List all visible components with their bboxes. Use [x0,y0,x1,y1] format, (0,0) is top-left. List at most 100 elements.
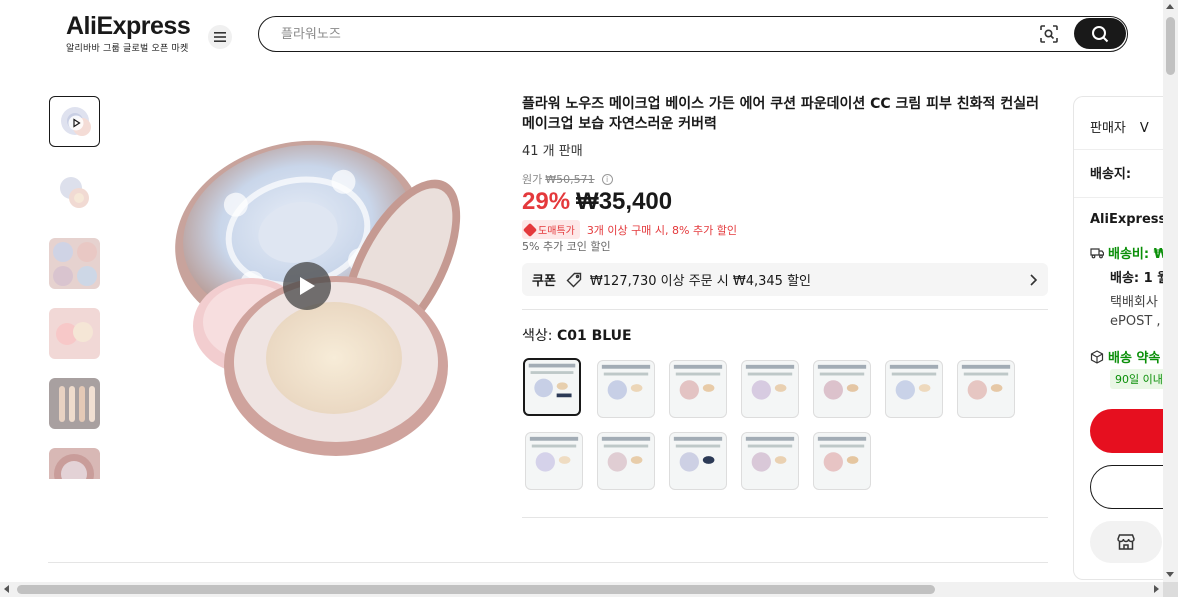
gallery-thumb-3[interactable] [49,238,100,289]
add-to-cart-button[interactable] [1090,465,1173,509]
swatch-image [601,436,651,472]
delivery-promise: 배송 약속 [1108,351,1161,366]
swatch-image [889,364,939,400]
coupon-tag-icon [566,272,582,287]
color-swatch-2[interactable] [597,360,655,418]
bulk-discount-text: 3개 이상 구매 시, 8% 추가 할인 [586,223,737,237]
swatch-image [961,364,1011,400]
swatch-image [601,364,651,400]
scroll-left-arrow-icon[interactable] [4,585,9,593]
seller-row[interactable]: 판매자 V [1090,117,1149,136]
scroll-right-arrow-icon[interactable] [1154,585,1159,593]
search-icon [1092,25,1109,42]
scroll-up-arrow-icon[interactable] [1166,4,1174,9]
delivery-promise-row[interactable]: 배송 약속 [1090,347,1160,366]
price-row: 29% ₩35,400 [522,188,672,216]
product-thumbnail-image [60,177,89,208]
scrollbar-corner [1163,582,1178,597]
image-search-icon [1040,25,1058,43]
play-thumb-icon [68,115,84,131]
seller-label: 판매자 [1090,121,1126,136]
color-swatch-4[interactable] [741,360,799,418]
shipping-fee-row: 배송비: ₩ [1090,243,1168,262]
vertical-scroll-thumb[interactable] [1166,17,1175,75]
scroll-down-arrow-icon[interactable] [1166,572,1174,577]
color-swatch-7[interactable] [957,360,1015,418]
hamburger-menu-icon [214,32,226,42]
store-icon [1117,534,1135,550]
store-name: AliExpressS [1090,212,1173,227]
coin-discount: 5% 추가 코인 할인 [522,240,611,253]
buy-now-button[interactable] [1090,409,1173,453]
swatch-image [745,364,795,400]
color-swatch-5[interactable] [813,360,871,418]
compact-open-thumbnail-image [54,454,94,479]
swatch-image [745,436,795,472]
sold-count: 41 개 판매 [522,144,583,159]
search-bar [258,16,1128,52]
video-play-button[interactable] [283,262,331,310]
logo-wordmark: AliExpress [66,12,191,40]
search-input[interactable] [281,21,1021,47]
box-icon [1090,349,1104,364]
divider [48,562,1048,563]
original-price-row: 원가 ₩50,571 i [522,171,613,187]
swatch-image [529,436,579,472]
bulk-badge: 도매특가 [522,220,580,239]
logo-tagline: 알리바바 그룹 글로벌 오픈 마켓 [66,44,189,54]
color-swatch-6[interactable] [885,360,943,418]
swatch-image [528,363,576,398]
coupon-label: 쿠폰 [532,274,556,289]
image-search-button[interactable] [1039,24,1059,44]
color-value: C01 BLUE [556,328,632,344]
gallery-thumb-video[interactable] [49,96,100,147]
color-label-prefix: 색상: [522,328,553,344]
ship-to-label[interactable]: 배송지: [1090,163,1131,182]
original-price-label: 원가 [522,173,543,186]
color-swatch-12[interactable] [813,432,871,490]
divider [522,309,1048,310]
menu-button[interactable] [208,25,232,49]
color-swatch-9[interactable] [597,432,655,490]
swatch-image [817,364,867,400]
vertical-scrollbar[interactable] [1163,0,1178,582]
courier-label: 택배회사 [1110,295,1158,310]
original-price: ₩50,571 [545,172,595,186]
bulk-badge-label: 도매특가 [538,226,575,237]
purchase-panel: 판매자 V 배송지: AliExpressS 배송비: ₩ 배송: 1 월 택배회… [1073,96,1173,580]
gallery-thumb-4[interactable] [49,308,100,359]
discount-percent: 29% [522,188,571,215]
play-icon [300,277,315,295]
aliexpress-logo[interactable]: AliExpress 알리바바 그룹 글로벌 오픈 마켓 [66,12,191,54]
color-selection-label: 색상: C01 BLUE [522,325,632,345]
coupon-bar[interactable]: 쿠폰 ₩127,730 이상 주문 시 ₩4,345 할인 [522,263,1048,296]
cushion-thumbnail-image [56,322,93,345]
current-price: ₩35,400 [576,188,673,215]
swatch-image [673,364,723,400]
coupon-text: ₩127,730 이상 주문 시 ₩4,345 할인 [589,274,811,289]
horizontal-scrollbar[interactable] [0,582,1163,597]
color-swatch-10[interactable] [669,432,727,490]
gallery-thumb-2[interactable] [49,168,100,219]
info-icon[interactable]: i [601,173,613,185]
color-swatch-3[interactable] [669,360,727,418]
divider [522,517,1048,518]
search-button[interactable] [1074,18,1126,49]
skin-swatch-thumbnail-image [59,386,95,422]
swatch-thumbnail-image [53,242,97,286]
shipping-fee: 배송비: ₩ [1108,247,1168,262]
delivery-date: 배송: 1 월 [1110,271,1170,286]
swatch-image [817,436,867,472]
color-swatch-1[interactable] [523,358,581,416]
gallery-thumb-5[interactable] [49,378,100,429]
store-button[interactable] [1090,521,1162,563]
color-swatch-8[interactable] [525,432,583,490]
swatch-image [673,436,723,472]
gallery-thumb-6[interactable] [49,448,100,479]
courier-name: ePOST , [1110,314,1161,329]
chevron-right-icon [1030,273,1038,286]
horizontal-scroll-thumb[interactable] [17,585,935,594]
divider [1074,197,1173,198]
bulk-discount-row: 도매특가 3개 이상 구매 시, 8% 추가 할인 [522,220,737,239]
color-swatch-11[interactable] [741,432,799,490]
